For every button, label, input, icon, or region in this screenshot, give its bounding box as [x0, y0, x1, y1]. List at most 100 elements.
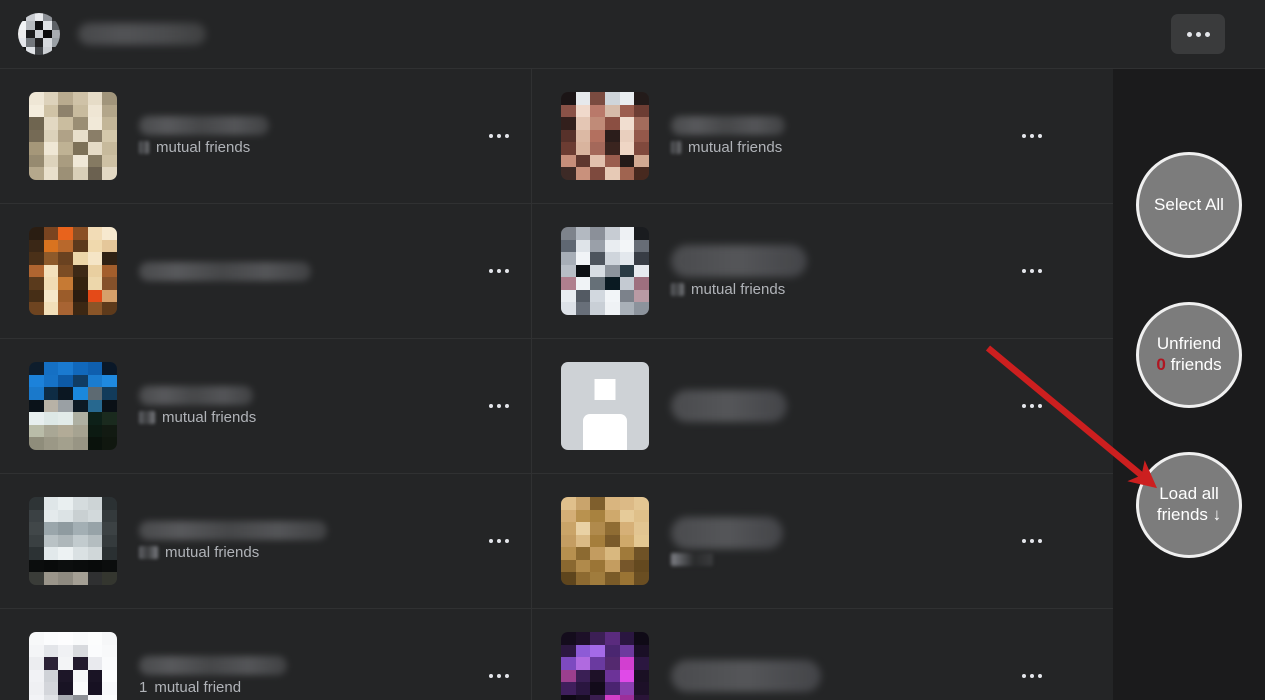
avatar-pixel: [619, 559, 635, 573]
avatar-pixel: [561, 644, 576, 658]
avatar-pixel: [29, 534, 44, 548]
avatar-pixel: [43, 13, 52, 22]
avatar-pixel: [73, 399, 88, 413]
row-kebab-menu-button[interactable]: [481, 259, 517, 283]
row-kebab-menu-button[interactable]: [1014, 664, 1050, 688]
friend-name-redacted: [139, 521, 327, 540]
avatar-pixel: [634, 547, 649, 560]
avatar-pixel: [43, 374, 59, 388]
friend-avatar[interactable]: [561, 632, 649, 700]
avatar-pixel: [43, 302, 59, 315]
load-all-friends-button[interactable]: Load all friends ↓: [1136, 452, 1242, 558]
avatar-pixel: [29, 117, 44, 130]
avatar-pixel: [58, 142, 73, 155]
row-kebab-menu-button[interactable]: [1014, 529, 1050, 553]
avatar-pixels: [29, 497, 117, 585]
avatar-pixel: [619, 227, 635, 240]
avatar-pixel: [73, 104, 88, 118]
mutual-friends-label: mutual friends: [688, 139, 783, 156]
avatar-pixel: [605, 497, 620, 510]
friend-entry[interactable]: [532, 609, 1064, 700]
friend-entry[interactable]: mutual friends: [532, 204, 1064, 338]
friend-entry[interactable]: [0, 204, 532, 338]
default-user-avatar-icon[interactable]: [561, 362, 649, 450]
kebab-dot: [1022, 134, 1026, 138]
avatar-pixel: [634, 497, 649, 510]
friend-info: mutual friends: [139, 521, 531, 561]
avatar-pixel: [87, 374, 103, 388]
avatar-pixel: [605, 142, 620, 155]
avatar-pixel: [43, 534, 59, 548]
friend-entry[interactable]: mutual friends: [0, 69, 532, 203]
friend-entry[interactable]: mutual friends: [0, 339, 532, 473]
friend-name-redacted: [139, 386, 253, 405]
avatar-pixel: [18, 46, 27, 55]
avatar-pixel: [26, 29, 35, 39]
row-kebab-menu-button[interactable]: [481, 124, 517, 148]
avatar-pixel: [619, 129, 635, 143]
avatar-pixel: [575, 264, 591, 278]
row-kebab-menu-button[interactable]: [481, 394, 517, 418]
avatar-pixel: [58, 399, 73, 413]
avatar-pixel: [102, 252, 117, 265]
friend-entry[interactable]: mutual friends: [0, 474, 532, 608]
row-kebab-menu-button[interactable]: [481, 529, 517, 553]
friend-avatar[interactable]: [561, 92, 649, 180]
row-kebab-menu-button[interactable]: [481, 664, 517, 688]
avatar-pixel: [605, 227, 620, 240]
avatar-pixel: [87, 559, 103, 573]
avatar-pixel: [58, 559, 73, 573]
avatar-pixel: [634, 92, 649, 105]
unfriend-friends-label: friends: [1170, 355, 1222, 374]
friend-info: [671, 390, 1064, 422]
row-kebab-menu-button[interactable]: [1014, 124, 1050, 148]
avatar-pixel: [43, 142, 59, 155]
avatar-pixel: [634, 644, 649, 658]
avatar-pixel: [87, 437, 103, 450]
avatar-pixel: [58, 117, 73, 130]
avatar-pixel: [88, 572, 103, 585]
avatar-pixel: [575, 227, 591, 240]
avatar-pixel: [43, 682, 59, 695]
friends-list[interactable]: mutual friends mutual friends mutual frien…: [0, 69, 1113, 700]
friend-entry[interactable]: 1 mutual friend: [0, 609, 532, 700]
avatar-pixels: [29, 227, 117, 315]
friend-entry[interactable]: [532, 474, 1064, 608]
friend-avatar[interactable]: [29, 497, 117, 585]
friend-info: mutual friends: [139, 386, 531, 426]
avatar-pixel: [34, 13, 44, 22]
kebab-dot: [1030, 674, 1034, 678]
friend-avatar[interactable]: [29, 362, 117, 450]
avatar-pixel: [575, 277, 591, 290]
row-kebab-menu-button[interactable]: [1014, 394, 1050, 418]
friend-avatar[interactable]: [29, 227, 117, 315]
avatar-pixel: [590, 694, 605, 700]
unfriend-count-line: 0 friends: [1156, 355, 1221, 376]
avatar-pixel: [634, 534, 649, 548]
avatar-pixel: [58, 289, 73, 303]
friend-avatar[interactable]: [561, 227, 649, 315]
profile-name-redacted: [78, 23, 206, 45]
kebab-dot: [1038, 269, 1042, 273]
friend-avatar[interactable]: [561, 497, 649, 585]
select-all-button[interactable]: Select All: [1136, 152, 1242, 258]
avatar-pixel: [87, 682, 103, 695]
avatar-pixel: [575, 92, 591, 105]
avatar-pixel: [561, 534, 576, 548]
friend-name-redacted: [139, 261, 311, 281]
avatar-pixel: [619, 277, 635, 290]
friend-avatar[interactable]: [29, 632, 117, 700]
profile-avatar[interactable]: [18, 13, 60, 55]
unfriend-button[interactable]: Unfriend 0 friends: [1136, 302, 1242, 408]
friend-entry[interactable]: [532, 339, 1064, 473]
row-kebab-menu-button[interactable]: [1014, 259, 1050, 283]
friend-avatar[interactable]: [29, 92, 117, 180]
header-kebab-menu-button[interactable]: [1171, 14, 1225, 54]
avatar-pixel: [619, 644, 635, 658]
friend-entry[interactable]: mutual friends: [532, 69, 1064, 203]
avatar-pixel: [43, 38, 52, 47]
load-all-label-line1: Load all: [1159, 484, 1219, 504]
avatar-pixel: [102, 572, 117, 585]
avatar-pixel: [87, 302, 103, 315]
avatar-pixel: [73, 239, 88, 253]
